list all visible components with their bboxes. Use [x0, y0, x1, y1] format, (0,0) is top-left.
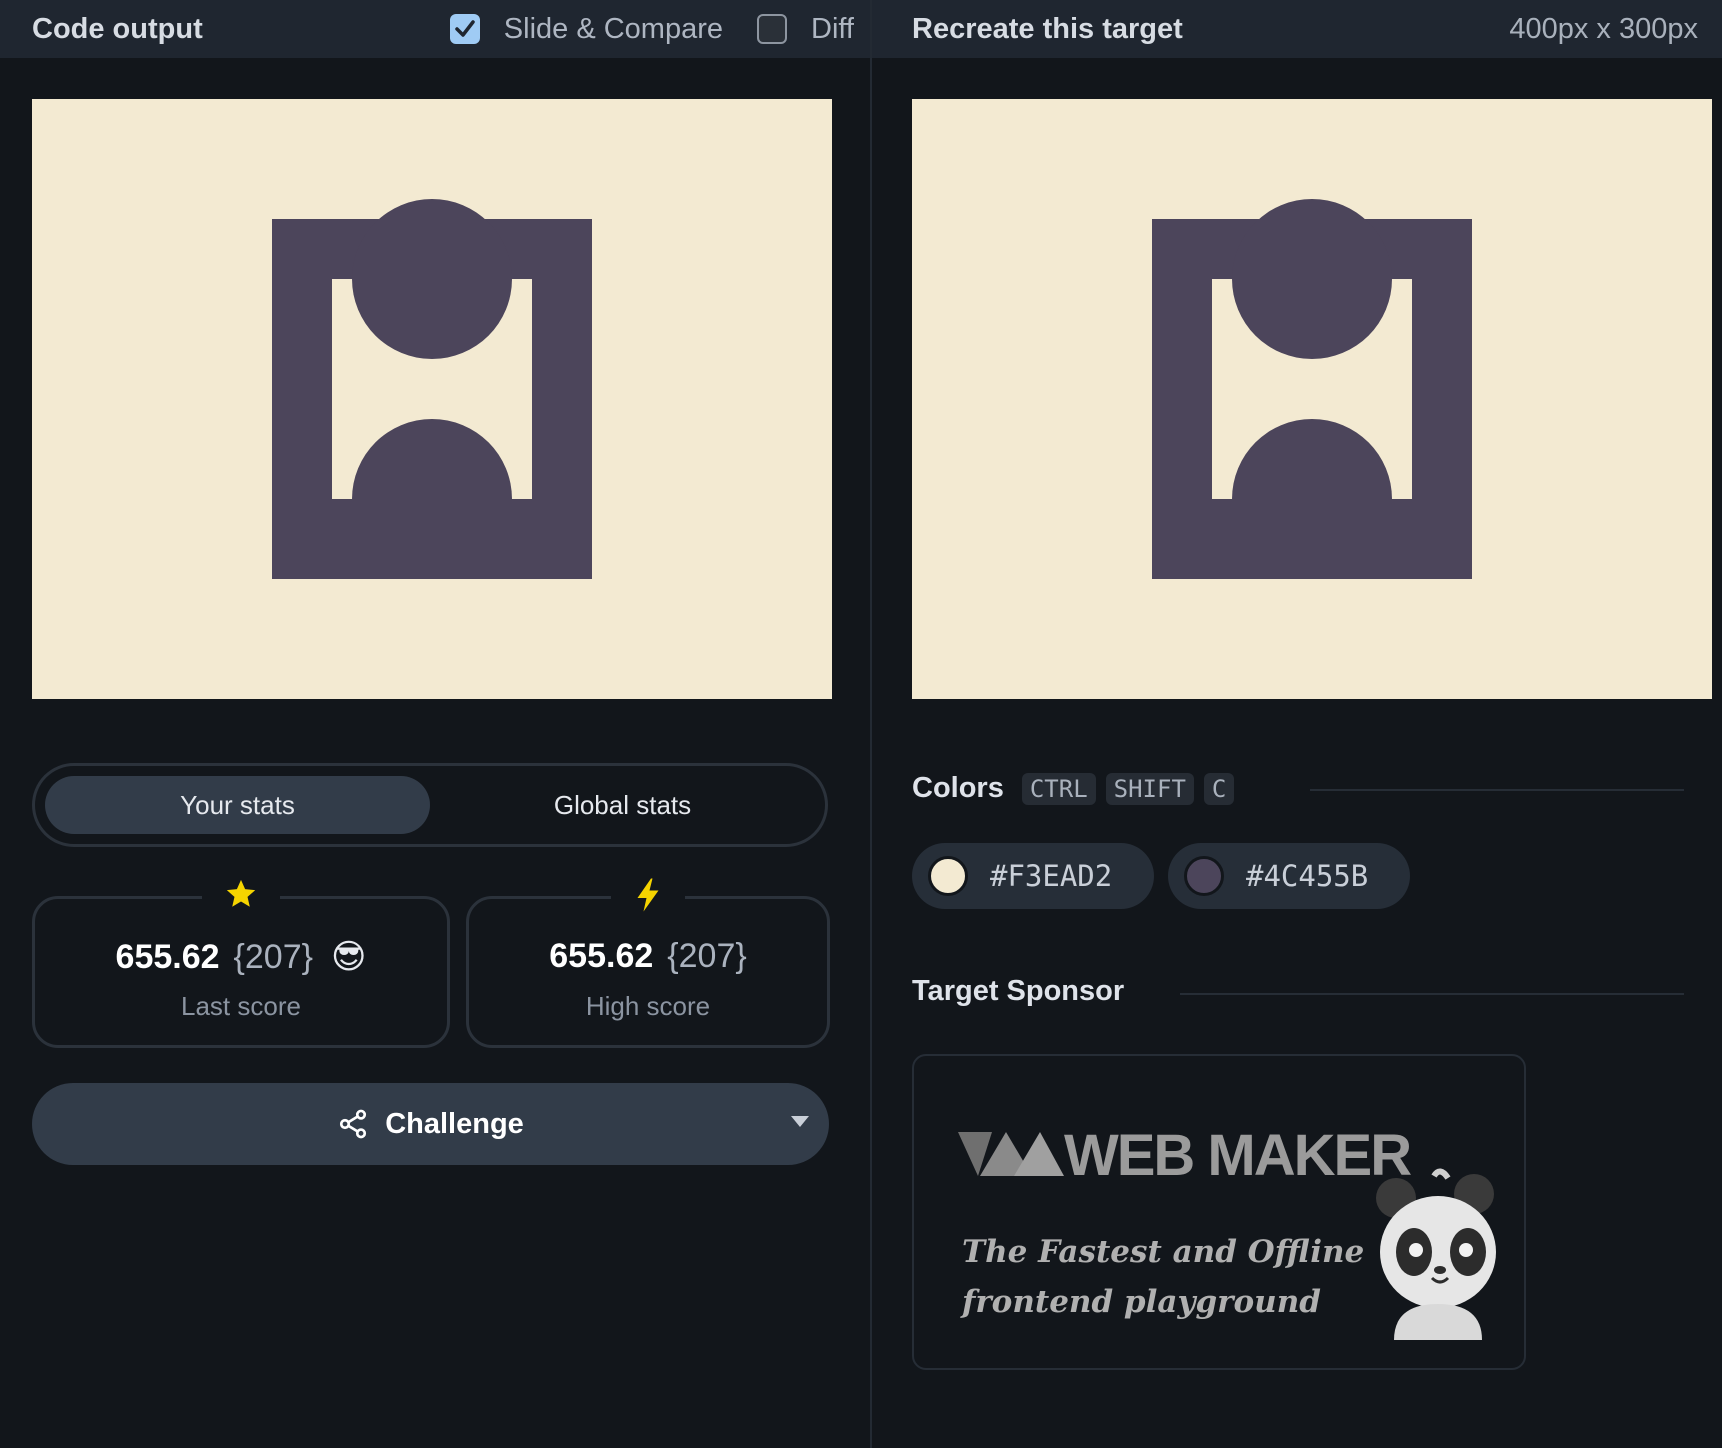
- challenge-button[interactable]: Challenge: [32, 1083, 829, 1165]
- code-output-panel: Code output Slide & Compare Diff Your st…: [0, 0, 870, 1448]
- target-panel: Recreate this target 400px x 300px Color…: [872, 0, 1722, 1448]
- diff-toggle[interactable]: Diff: [757, 13, 854, 46]
- code-output-header: Code output Slide & Compare Diff: [0, 0, 870, 58]
- stats-tabs: Your stats Global stats: [32, 763, 828, 847]
- high-score-value: 655.62: [549, 937, 654, 975]
- share-icon: [340, 1109, 367, 1139]
- sponsor-banner[interactable]: WEB MAKER The Fastest and Offline fronte…: [912, 1054, 1526, 1370]
- caret-down-icon[interactable]: [789, 1113, 811, 1129]
- star-icon: [202, 877, 280, 920]
- code-output-preview[interactable]: [32, 99, 832, 699]
- sponsor-heading: Target Sponsor: [912, 975, 1125, 1007]
- target-title: Recreate this target: [912, 12, 1183, 45]
- colors-heading-row: Colors CTRL SHIFT C: [912, 772, 1235, 805]
- diff-checkbox[interactable]: [757, 14, 788, 44]
- color-swatch: [1184, 856, 1224, 896]
- high-score-count: {207}: [667, 937, 747, 975]
- output-shape: [272, 199, 592, 579]
- last-score-count: {207}: [233, 938, 313, 976]
- sponsor-brand: WEB MAKER: [1064, 1123, 1412, 1188]
- webmaker-logo-icon: [958, 1132, 1064, 1176]
- panel-title: Code output: [32, 12, 203, 45]
- slide-compare-toggle[interactable]: Slide & Compare: [449, 12, 724, 46]
- tab-your-stats[interactable]: Your stats: [45, 776, 430, 834]
- tab-global-stats[interactable]: Global stats: [430, 776, 815, 834]
- high-score-value-row: 655.62 {207}: [469, 937, 827, 976]
- color-swatch: [928, 856, 968, 896]
- diff-label: Diff: [811, 12, 854, 45]
- high-score-label: High score: [585, 991, 711, 1021]
- color-hex: #F3EAD2: [990, 859, 1113, 893]
- lightning-icon: [611, 877, 685, 922]
- challenge-label: Challenge: [385, 1107, 524, 1140]
- sponsor-tagline-1: The Fastest and Offline: [962, 1234, 1365, 1270]
- slide-compare-label: Slide & Compare: [503, 12, 724, 45]
- target-shape: [1152, 199, 1472, 579]
- sponsor-heading-row: Target Sponsor: [912, 975, 1124, 1008]
- colors-divider: [1310, 789, 1684, 791]
- target-dimensions: 400px x 300px: [1509, 12, 1698, 45]
- kbd-shift: SHIFT: [1105, 772, 1194, 805]
- panda-mascot-icon: [1376, 1168, 1496, 1340]
- last-score-value-row: 655.62 {207} 😎: [35, 937, 447, 977]
- sunglasses-emoji-icon: 😎: [331, 938, 367, 976]
- target-preview: [912, 99, 1712, 699]
- sponsor-tagline-2: frontend playground: [962, 1284, 1321, 1320]
- color-hex: #4C455B: [1246, 859, 1369, 893]
- colors-heading: Colors: [912, 772, 1004, 804]
- last-score-card: 655.62 {207} 😎 Last score: [32, 877, 450, 1048]
- kbd-c: C: [1203, 772, 1235, 805]
- last-score-value: 655.62: [115, 938, 220, 976]
- color-chip-shape[interactable]: #4C455B: [1168, 843, 1410, 909]
- kbd-ctrl: CTRL: [1021, 772, 1096, 805]
- checkmark-icon: [455, 20, 475, 37]
- target-header: Recreate this target 400px x 300px: [872, 0, 1722, 58]
- high-score-card: 655.62 {207} High score: [466, 877, 830, 1048]
- sponsor-divider: [1180, 993, 1684, 995]
- last-score-label: Last score: [181, 991, 301, 1021]
- slide-compare-checkbox[interactable]: [449, 14, 480, 44]
- color-chip-background[interactable]: #F3EAD2: [912, 843, 1154, 909]
